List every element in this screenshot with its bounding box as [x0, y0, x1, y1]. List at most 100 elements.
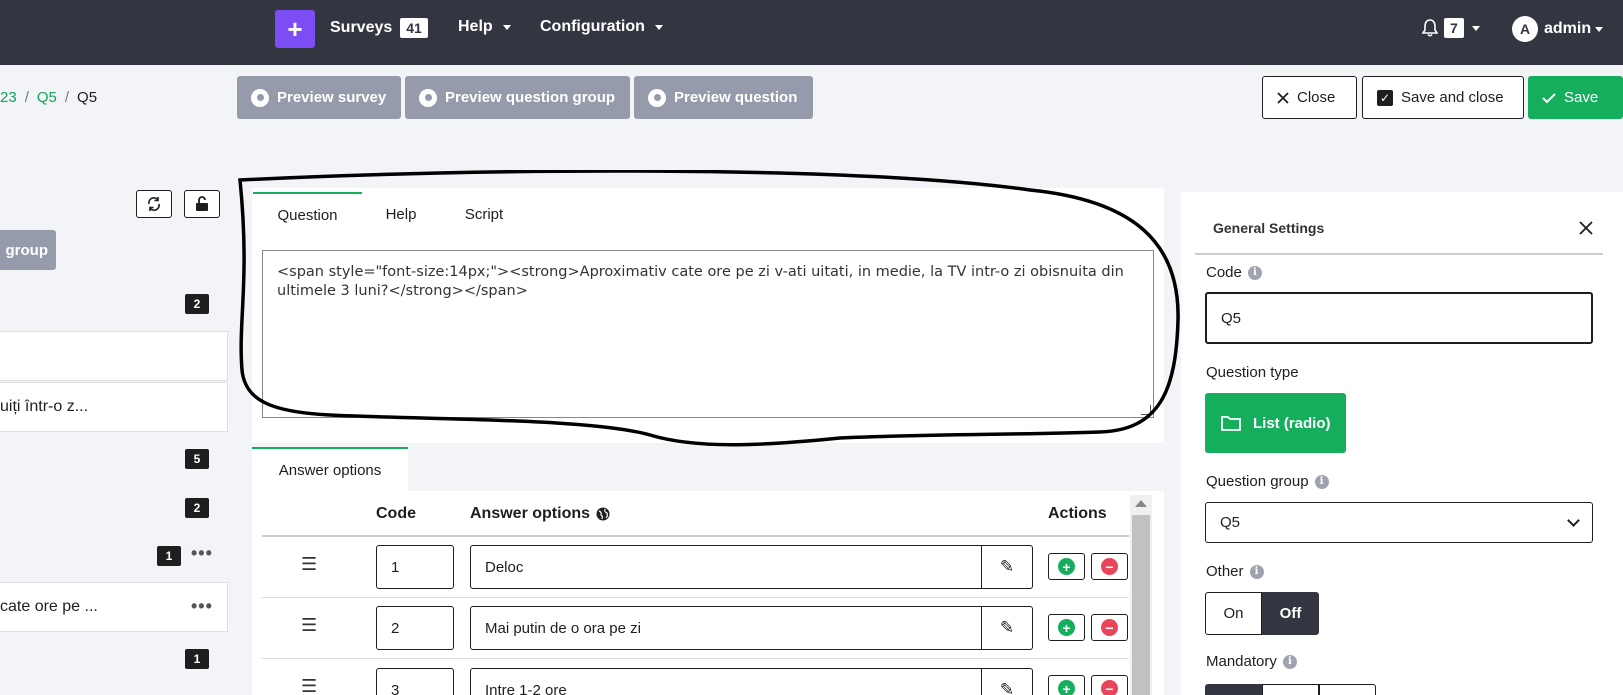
table-header-divider [262, 535, 1129, 537]
col-header-actions: Actions [1048, 505, 1107, 522]
sidebar-item[interactable]: uiți într-o z... [0, 382, 228, 432]
other-label-text: Other [1206, 563, 1244, 580]
row-divider [262, 597, 1129, 598]
notifications[interactable]: 7 [1422, 18, 1480, 38]
info-icon[interactable]: i [1314, 474, 1329, 489]
info-icon[interactable]: i [1247, 265, 1262, 280]
sidebar-item-label: cate ore pe ... [0, 598, 98, 615]
info-icon[interactable]: i [1249, 564, 1264, 579]
caret-down-icon [502, 24, 511, 30]
nav-configuration[interactable]: Configuration [540, 18, 663, 36]
breadcrumb-separator: / [64, 89, 70, 106]
pencil-icon: ✎ [999, 680, 1015, 695]
mandatory-label: Mandatory i [1206, 653, 1297, 670]
caret-down-icon [654, 24, 663, 30]
scrollbar-thumb[interactable] [1132, 515, 1150, 695]
col-header-code: Code [376, 505, 416, 522]
preview-question-group-button[interactable]: Preview question group [405, 76, 630, 119]
sidebar-item[interactable]: cate ore pe ... ••• [0, 582, 228, 632]
sidebar-item[interactable] [0, 331, 228, 381]
row-divider [262, 658, 1129, 659]
nav-surveys-label: Surveys [330, 19, 393, 36]
code-input[interactable]: Q5 [1205, 292, 1593, 344]
nav-help-label: Help [458, 18, 493, 35]
answer-code-input[interactable]: 2 [376, 606, 454, 650]
other-off-option[interactable]: Off [1262, 592, 1319, 635]
question-group-value: Q5 [1220, 514, 1241, 531]
lasso-annotation [238, 170, 1180, 447]
preview-survey-button[interactable]: Preview survey [237, 76, 401, 119]
save-and-close-label: Save and close [1401, 89, 1504, 106]
answer-code-input[interactable]: 3 [376, 668, 454, 695]
save-label: Save [1564, 89, 1599, 106]
unlock-button[interactable] [184, 190, 220, 218]
question-group-select[interactable]: Q5 [1205, 502, 1593, 543]
count-badge: 1 [157, 546, 181, 566]
count-badge: 2 [185, 498, 209, 518]
minus-circle-icon: − [1101, 619, 1118, 636]
answer-text-input[interactable]: Mai putin de o ora pe zi [470, 606, 982, 650]
question-group-label-text: Question group [1206, 473, 1309, 490]
close-icon[interactable] [1579, 221, 1593, 235]
breadcrumb-link[interactable]: 23 [0, 89, 17, 106]
caret-down-icon [1595, 26, 1604, 32]
mandatory-option[interactable] [1319, 684, 1376, 695]
general-settings-title: General Settings [1213, 220, 1325, 236]
edit-answer-button[interactable]: ✎ [982, 606, 1033, 650]
other-toggle: On Off [1205, 592, 1319, 635]
more-options-icon[interactable]: ••• [191, 596, 213, 617]
save-button[interactable]: Save [1528, 76, 1623, 119]
remove-answer-button[interactable]: − [1091, 614, 1128, 641]
drag-handle-icon[interactable]: ☰ [301, 676, 319, 695]
breadcrumb-link[interactable]: Q5 [37, 89, 57, 106]
preview-survey-label: Preview survey [277, 89, 387, 106]
preview-question-button[interactable]: Preview question [634, 76, 813, 119]
nav-help[interactable]: Help [458, 18, 511, 36]
nav-configuration-label: Configuration [540, 18, 645, 35]
answer-text-input[interactable]: Intre 1-2 ore [470, 668, 982, 695]
mandatory-option[interactable] [1262, 684, 1319, 695]
remove-answer-button[interactable]: − [1091, 675, 1128, 695]
top-navbar: + Surveys 41 Help Configuration 7 A admi… [0, 0, 1623, 65]
answer-code-input[interactable]: 1 [376, 545, 454, 589]
create-button[interactable]: + [275, 10, 315, 48]
user-menu[interactable]: A admin [1512, 16, 1604, 42]
answer-text-input[interactable]: Deloc [470, 545, 982, 589]
notification-count-badge: 7 [1444, 18, 1464, 38]
mandatory-toggle [1205, 684, 1376, 695]
col-header-answer-options-label: Answer options [470, 505, 591, 522]
tab-answer-options[interactable]: Answer options [252, 447, 408, 491]
add-group-button[interactable]: group [0, 230, 56, 270]
question-type-button[interactable]: List (radio) [1205, 393, 1346, 453]
question-group-label: Question group i [1206, 473, 1329, 490]
save-and-close-button[interactable]: ✓ Save and close [1362, 76, 1524, 119]
question-type-label: Question type [1206, 364, 1299, 381]
add-answer-button[interactable]: + [1048, 614, 1085, 641]
remove-answer-button[interactable]: − [1091, 553, 1128, 580]
code-label-text: Code [1206, 264, 1242, 281]
edit-answer-button[interactable]: ✎ [982, 668, 1033, 695]
edit-answer-button[interactable]: ✎ [982, 545, 1033, 589]
bell-icon [1422, 19, 1438, 37]
minus-circle-icon: − [1101, 680, 1118, 695]
caret-down-icon [1471, 25, 1480, 31]
add-answer-button[interactable]: + [1048, 675, 1085, 695]
drag-handle-icon[interactable]: ☰ [301, 554, 319, 575]
pencil-icon: ✎ [999, 618, 1015, 637]
scroll-up-arrow-icon[interactable] [1135, 500, 1147, 507]
eye-icon [648, 88, 666, 107]
add-answer-button[interactable]: + [1048, 553, 1085, 580]
mandatory-option[interactable] [1205, 684, 1262, 695]
eye-icon [419, 88, 437, 107]
checkbox-icon: ✓ [1377, 89, 1393, 106]
drag-handle-icon[interactable]: ☰ [301, 615, 319, 636]
count-badge: 5 [185, 449, 209, 469]
nav-surveys[interactable]: Surveys 41 [330, 18, 428, 38]
info-icon[interactable]: i [1282, 654, 1297, 669]
other-on-option[interactable]: On [1205, 592, 1262, 635]
avatar: A [1512, 16, 1538, 42]
more-options-icon[interactable]: ••• [191, 543, 213, 564]
close-button[interactable]: Close [1262, 76, 1357, 119]
preview-question-group-label: Preview question group [445, 89, 616, 106]
sync-button[interactable] [136, 190, 172, 218]
